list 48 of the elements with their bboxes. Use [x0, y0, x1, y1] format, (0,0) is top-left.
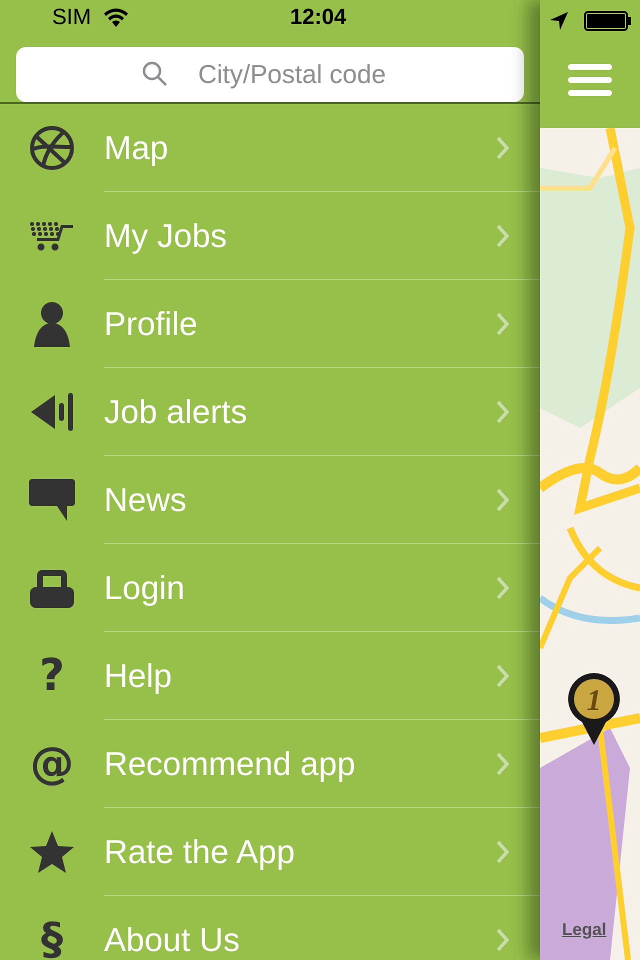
chevron-right-icon	[496, 928, 510, 952]
chevron-right-icon	[496, 312, 510, 336]
legal-link[interactable]: Legal	[562, 916, 606, 942]
chevron-right-icon	[496, 224, 510, 248]
shopping-cart-icon	[29, 221, 75, 251]
chevron-right-icon	[496, 576, 510, 600]
location-arrow-icon	[550, 12, 568, 30]
chevron-right-icon	[496, 488, 510, 512]
chevron-right-icon	[496, 400, 510, 424]
chevron-right-icon	[496, 840, 510, 864]
menu-item-label: Job alerts	[104, 392, 248, 432]
menu-item[interactable]: Job alerts	[0, 368, 540, 456]
menu-item[interactable]: News	[0, 456, 540, 544]
map-pin[interactable]: 1	[568, 673, 620, 745]
menu-item-label: Map	[104, 128, 168, 168]
menu-item[interactable]: Login	[0, 544, 540, 632]
menu-item-label: Login	[104, 568, 185, 608]
clock-time: 12:04	[290, 3, 346, 31]
chevron-right-icon	[496, 664, 510, 688]
menu-item[interactable]: My Jobs	[0, 192, 540, 280]
menu-item[interactable]: Map	[0, 104, 540, 192]
section-sign-icon: §	[41, 918, 63, 960]
battery-icon	[584, 11, 632, 31]
wifi-icon	[103, 6, 130, 26]
menu-item-label: Recommend app	[104, 744, 356, 784]
padlock-icon	[29, 567, 75, 609]
megaphone-icon	[29, 391, 75, 433]
menu-item-label: Rate the App	[104, 832, 295, 872]
at-sign-icon: @	[30, 742, 74, 786]
globe-icon	[29, 125, 75, 171]
question-mark-icon: ?	[39, 654, 65, 698]
search-icon	[142, 61, 168, 87]
menu-item-label: News	[104, 480, 187, 520]
chevron-right-icon	[496, 136, 510, 160]
star-icon	[29, 830, 75, 874]
menu-item[interactable]: Rate the App	[0, 808, 540, 896]
menu-item[interactable]: Profile	[0, 280, 540, 368]
person-icon	[32, 301, 72, 347]
carrier-name: SIM	[52, 3, 92, 31]
menu-item-label: My Jobs	[104, 216, 227, 256]
menu-item-label: Profile	[104, 304, 198, 344]
menu-button[interactable]	[568, 64, 612, 96]
menu-item-label: Help	[104, 656, 172, 696]
chevron-right-icon	[496, 752, 510, 776]
speech-bubble-icon	[29, 479, 75, 521]
search-field[interactable]: City/Postal code	[16, 47, 524, 102]
menu-icon	[568, 64, 612, 96]
menu-item-label: About Us	[104, 920, 240, 960]
